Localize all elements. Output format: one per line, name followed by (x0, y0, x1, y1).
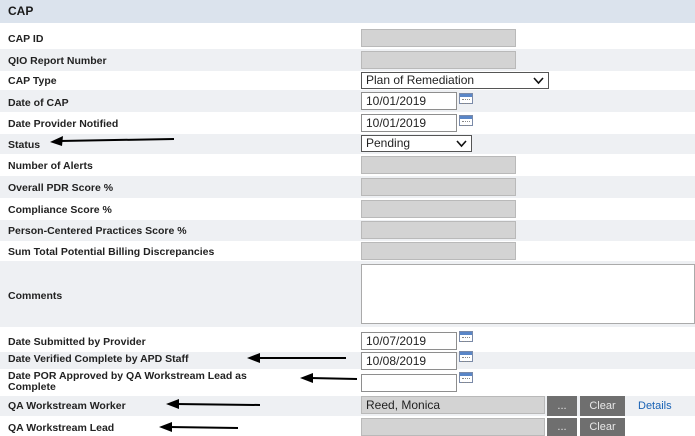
worker-label: QA Workstream Worker (8, 400, 126, 412)
worker-lookup-button[interactable]: ... (547, 396, 577, 416)
calendar-icon[interactable] (459, 331, 473, 342)
date-notified-input[interactable]: 10/01/2019 (361, 114, 457, 132)
arrow-annotation (159, 422, 239, 432)
row-comments: Comments (0, 261, 695, 327)
date-por-label: Date POR Approved by QA Workstream Lead … (8, 371, 247, 393)
compliance-field (361, 200, 516, 218)
row-alerts: Number of Alerts (0, 154, 695, 176)
cap-id-field (361, 29, 516, 47)
chevron-down-icon (533, 75, 544, 90)
date-of-cap-label: Date of CAP (8, 97, 69, 109)
arrow-annotation (247, 353, 346, 363)
worker-field: Reed, Monica (361, 396, 545, 414)
row-cap-id: CAP ID (0, 27, 695, 49)
date-submitted-input[interactable]: 10/07/2019 (361, 332, 457, 350)
comments-label: Comments (8, 290, 63, 302)
person-centered-label: Person-Centered Practices Score % (8, 225, 187, 237)
row-compliance: Compliance Score % (0, 198, 695, 220)
lead-clear-button[interactable]: Clear (580, 418, 625, 436)
date-of-cap-input[interactable]: 10/01/2019 (361, 92, 457, 110)
pdr-label: Overall PDR Score % (8, 182, 114, 194)
cap-type-label: CAP Type (8, 75, 57, 87)
calendar-icon[interactable] (459, 372, 473, 383)
row-date-verified: Date Verified Complete by APD Staff 10/0… (0, 351, 695, 370)
row-date-por: Date POR Approved by QA Workstream Lead … (0, 369, 695, 395)
calendar-icon[interactable] (459, 115, 473, 126)
pdr-field (361, 178, 516, 196)
chevron-down-icon (456, 138, 467, 153)
calendar-icon[interactable] (459, 93, 473, 104)
row-date-notified: Date Provider Notified 10/01/2019 (0, 112, 695, 134)
status-label: Status (8, 139, 41, 151)
lead-lookup-button[interactable]: ... (547, 418, 577, 436)
worker-clear-button[interactable]: Clear (580, 396, 625, 416)
row-cap-type: CAP Type Plan of Remediation (0, 71, 695, 90)
date-submitted-label: Date Submitted by Provider (8, 336, 146, 348)
date-notified-label: Date Provider Notified (8, 118, 119, 130)
cap-type-select[interactable]: Plan of Remediation (361, 72, 549, 89)
calendar-icon[interactable] (459, 351, 473, 362)
cap-id-label: CAP ID (8, 33, 44, 45)
row-pdr: Overall PDR Score % (0, 176, 695, 198)
alerts-field (361, 156, 516, 174)
row-billing: Sum Total Potential Billing Discrepancie… (0, 241, 695, 261)
row-qio: QIO Report Number (0, 49, 695, 71)
section-header: CAP (0, 0, 695, 23)
person-centered-field (361, 221, 516, 239)
date-por-label-line2: Complete (8, 381, 56, 393)
worker-details-link[interactable]: Details (638, 400, 672, 412)
qio-field (361, 51, 516, 69)
row-lead: QA Workstream Lead ... Clear (0, 417, 695, 436)
row-date-submitted: Date Submitted by Provider 10/07/2019 (0, 330, 695, 352)
billing-field (361, 242, 516, 260)
cap-type-value: Plan of Remediation (366, 73, 475, 87)
row-status: Status Pending (0, 134, 695, 154)
row-date-of-cap: Date of CAP 10/01/2019 (0, 90, 695, 112)
row-person-centered: Person-Centered Practices Score % (0, 220, 695, 241)
compliance-label: Compliance Score % (8, 204, 112, 216)
status-value: Pending (366, 136, 411, 150)
row-worker: QA Workstream Worker Reed, Monica ... Cl… (0, 396, 695, 416)
arrow-annotation (300, 373, 358, 383)
lead-label: QA Workstream Lead (8, 422, 115, 434)
billing-label: Sum Total Potential Billing Discrepancie… (8, 246, 215, 258)
date-verified-input[interactable]: 10/08/2019 (361, 352, 457, 370)
comments-textarea[interactable] (361, 264, 695, 324)
alerts-label: Number of Alerts (8, 160, 93, 172)
date-verified-label: Date Verified Complete by APD Staff (8, 353, 189, 365)
arrow-annotation (50, 136, 175, 146)
qio-label: QIO Report Number (8, 55, 107, 67)
date-por-input[interactable] (361, 374, 457, 392)
arrow-annotation (166, 399, 261, 409)
status-select[interactable]: Pending (361, 135, 472, 152)
lead-field (361, 418, 545, 436)
